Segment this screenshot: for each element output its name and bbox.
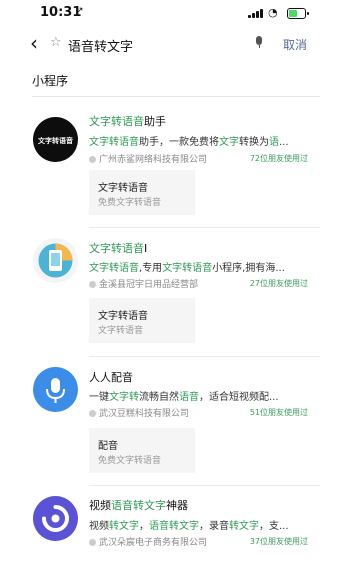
highlighted-text: 语音转文字 xyxy=(149,521,199,532)
text-segment: ，适合短视频配... xyxy=(199,392,279,403)
verified-icon xyxy=(89,156,96,163)
result-title[interactable]: 视频语音转文字神器 xyxy=(89,497,188,513)
company-name: 武汉豆糕科技有限公司 xyxy=(99,409,190,419)
result-divider xyxy=(89,227,320,228)
verified-icon xyxy=(89,281,96,288)
sub-item-subtitle: 免费文字转语音 xyxy=(98,456,162,466)
result-title[interactable]: 文字转语音助手 xyxy=(89,113,166,129)
location-arrow-icon: ↗ xyxy=(76,6,84,16)
text-segment: 视频 xyxy=(89,521,109,532)
result-company: 广州赤鲨网络科技有限公司 xyxy=(89,152,207,165)
app-logo-graphic: 文字转语音 xyxy=(38,136,73,145)
microphone-icon[interactable] xyxy=(255,36,263,48)
company-name: 广州赤鲨网络科技有限公司 xyxy=(99,155,208,165)
highlighted-text: 转文字 xyxy=(109,521,139,532)
highlighted-text: 文字转语音 xyxy=(89,242,144,255)
highlighted-text: 语音 xyxy=(179,392,199,403)
result-company: 武汉朵宸电子商务有限公司 xyxy=(89,535,207,548)
result-company: 金溪县冠宇日用品经营部 xyxy=(89,277,198,290)
sub-item-title: 文字转语音 xyxy=(98,183,148,194)
friends-count: 27位朋友使用过 xyxy=(249,279,308,288)
result-description: 文字转语音助手，一款免费将文字转换为语... xyxy=(89,133,312,148)
friends-count: 51位朋友使用过 xyxy=(249,408,308,417)
highlighted-text: 文字转语音 xyxy=(89,137,139,148)
text-segment: ,专用 xyxy=(139,263,163,274)
search-input[interactable]: 语音转文字 xyxy=(68,36,133,55)
result-company: 武汉豆糕科技有限公司 xyxy=(89,406,189,419)
star-icon[interactable]: ☆ xyxy=(50,35,62,50)
text-segment: ，支... xyxy=(259,521,289,532)
company-name: 武汉朵宸电子商务有限公司 xyxy=(99,538,208,548)
result-description: 视频转文字，语音转文字，录音转文字，支... xyxy=(89,517,312,532)
app-logo xyxy=(33,496,78,541)
back-arrow-icon[interactable]: ‹ xyxy=(30,33,38,53)
highlighted-text: 文字转语音 xyxy=(89,115,144,128)
battery-icon xyxy=(287,8,309,19)
status-bar: 10:31 ↗ ◔ xyxy=(0,0,340,26)
text-segment: ， xyxy=(139,521,149,532)
sub-item[interactable]: 文字转语音 免费文字转语音 xyxy=(89,170,195,215)
verified-icon xyxy=(89,410,96,417)
highlighted-text: 文字 xyxy=(219,137,239,148)
text-segment: I xyxy=(144,242,148,255)
sub-item-title: 文字转语音 xyxy=(98,311,148,322)
text-segment: 转换为 xyxy=(239,137,269,148)
friends-count: 72位朋友使用过 xyxy=(249,154,308,163)
app-logo xyxy=(33,238,78,283)
text-segment: 助手 xyxy=(144,115,166,128)
text-segment: ，录音 xyxy=(199,521,229,532)
app-logo xyxy=(33,367,78,412)
text-segment: 流畅自然 xyxy=(139,392,179,403)
text-segment: 一键 xyxy=(89,392,109,403)
friends-count: 37位朋友使用过 xyxy=(249,537,308,546)
sub-item-subtitle: 免费文字转语音 xyxy=(98,198,162,208)
cellular-signal-icon xyxy=(248,9,264,18)
section-title: 小程序 xyxy=(32,74,69,88)
section-divider xyxy=(32,96,320,97)
app-logo-text: 文字转语音 xyxy=(38,136,73,145)
result-title[interactable]: 人人配音 xyxy=(89,369,133,385)
text-segment: 人人配音 xyxy=(89,371,133,384)
highlighted-text: 文字转 xyxy=(109,392,139,403)
text-segment: ... xyxy=(279,137,289,148)
highlighted-text: 语音转文字 xyxy=(111,499,166,512)
text-segment: 神器 xyxy=(166,499,188,512)
text-segment: 小程序,拥有海... xyxy=(212,263,285,274)
sub-item-title: 配音 xyxy=(98,441,118,452)
highlighted-text: 文字转语音 xyxy=(162,263,213,274)
wifi-icon: ◔ xyxy=(268,6,278,19)
result-title[interactable]: 文字转语音I xyxy=(89,240,147,256)
phone-logo-icon xyxy=(38,243,73,278)
result-description: 一键文字转流畅自然语音，适合短视频配... xyxy=(89,388,312,403)
sub-item-subtitle: 文字转语音 xyxy=(98,326,144,336)
sub-item[interactable]: 配音 免费文字转语音 xyxy=(89,428,195,473)
microphone-logo-icon xyxy=(46,378,65,403)
result-divider xyxy=(89,485,320,486)
highlighted-text: 文字转语音 xyxy=(89,263,139,274)
cancel-button[interactable]: 取消 xyxy=(283,36,307,53)
highlighted-text: 转文字 xyxy=(229,521,259,532)
text-segment: 助手，一款免费将 xyxy=(139,137,219,148)
sub-item[interactable]: 文字转语音 文字转语音 xyxy=(89,298,195,343)
search-bar: ‹ ☆ 语音转文字 取消 xyxy=(0,30,340,62)
verified-icon xyxy=(89,539,96,546)
company-name: 金溪县冠宇日用品经营部 xyxy=(99,280,199,290)
app-logo: 文字转语音 xyxy=(33,117,78,162)
highlighted-text: 语 xyxy=(269,137,279,148)
text-segment: 视频 xyxy=(89,499,111,512)
swirl-logo-icon xyxy=(42,505,69,532)
result-divider xyxy=(89,356,320,357)
result-description: 文字转语音,专用文字转语音小程序,拥有海... xyxy=(89,259,312,274)
